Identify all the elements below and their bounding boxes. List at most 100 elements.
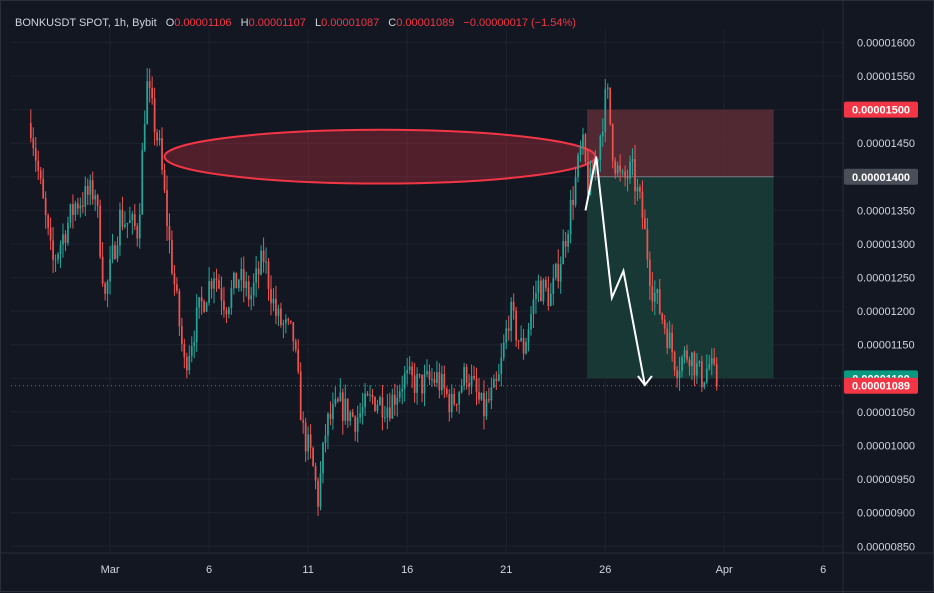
candle-body bbox=[557, 263, 560, 282]
stop-price-tag: 0.00001500 bbox=[852, 105, 910, 117]
candle-body bbox=[176, 284, 178, 291]
candle-body bbox=[245, 281, 248, 289]
candle-body bbox=[436, 372, 438, 383]
take-profit-zone bbox=[587, 176, 774, 379]
candle-body bbox=[465, 366, 468, 384]
candle-body bbox=[64, 234, 67, 243]
candle-body bbox=[52, 240, 54, 260]
candle-body bbox=[138, 214, 141, 239]
y-tick-label: 0.00001300 bbox=[857, 239, 915, 251]
candle-body bbox=[146, 81, 149, 125]
candle-body bbox=[567, 234, 570, 247]
candle-body bbox=[416, 374, 418, 393]
candle-body bbox=[366, 393, 369, 396]
candle-body bbox=[403, 373, 406, 389]
candle-body bbox=[260, 250, 262, 275]
candle-body bbox=[658, 289, 661, 314]
candle-body bbox=[668, 332, 671, 348]
candle-body bbox=[361, 407, 364, 414]
chart-container[interactable]: BONKUSDT SPOT, 1h, Bybit O0.00001106 H0.… bbox=[0, 0, 934, 593]
candle-body bbox=[307, 434, 310, 452]
candle-body bbox=[215, 278, 218, 281]
candle-body bbox=[423, 373, 426, 394]
candle-body bbox=[275, 298, 277, 316]
candle-body bbox=[626, 177, 629, 179]
candle-body bbox=[703, 381, 706, 388]
candle-body bbox=[505, 328, 508, 343]
candle-body bbox=[678, 371, 681, 378]
candle-body bbox=[525, 342, 527, 354]
candle-body bbox=[547, 287, 550, 307]
candle-body bbox=[653, 292, 656, 302]
y-tick-label: 0.00000850 bbox=[857, 541, 915, 553]
candle-body bbox=[346, 398, 349, 422]
candle-body bbox=[552, 277, 555, 294]
entry-price-tag: 0.00001400 bbox=[852, 172, 910, 184]
candle-body bbox=[554, 263, 557, 278]
candle-body bbox=[364, 393, 366, 408]
candle-body bbox=[708, 364, 711, 369]
candle-body bbox=[634, 159, 636, 192]
candle-body bbox=[495, 378, 498, 381]
candle-body bbox=[470, 376, 473, 387]
candle-body bbox=[72, 204, 74, 215]
candle-body bbox=[242, 269, 245, 289]
candle-body bbox=[128, 220, 131, 223]
y-tick-label: 0.00000950 bbox=[857, 474, 915, 486]
candle-body bbox=[445, 388, 448, 395]
candle-body bbox=[448, 394, 451, 413]
candle-body bbox=[297, 349, 300, 372]
y-tick-label: 0.00001450 bbox=[857, 138, 915, 150]
candle-body bbox=[67, 222, 69, 243]
highlight-ellipse bbox=[163, 128, 597, 185]
candle-body bbox=[116, 245, 119, 259]
candle-body bbox=[520, 337, 522, 341]
chart-plot[interactable]: 0.00001600 0.00001550 0.00001500 0.00001450… bbox=[1, 1, 934, 593]
candle-body bbox=[76, 203, 79, 209]
candle-body bbox=[255, 268, 258, 283]
candle-body bbox=[579, 146, 582, 155]
candle-body bbox=[611, 124, 614, 161]
candle-body bbox=[384, 417, 386, 419]
candle-body bbox=[44, 198, 47, 216]
candle-body bbox=[648, 259, 651, 287]
candle-body bbox=[601, 131, 604, 137]
candle-body bbox=[49, 227, 52, 241]
candle-body bbox=[522, 337, 525, 354]
candle-body bbox=[161, 138, 163, 170]
candle-body bbox=[317, 480, 319, 507]
candle-body bbox=[265, 261, 267, 263]
candle-body bbox=[309, 434, 312, 448]
candle-body bbox=[527, 329, 530, 343]
candle-body bbox=[673, 352, 676, 371]
candle-body bbox=[540, 280, 542, 302]
candle-body bbox=[349, 412, 352, 422]
candle-body bbox=[198, 297, 201, 308]
candle-body bbox=[114, 245, 116, 259]
candle-body bbox=[691, 352, 693, 367]
candle-body bbox=[408, 366, 411, 371]
candle-body bbox=[252, 282, 255, 296]
candle-body bbox=[686, 350, 688, 360]
x-tick-label: 11 bbox=[302, 564, 313, 576]
candle-body bbox=[304, 422, 307, 452]
candle-body bbox=[683, 350, 686, 358]
candle-body bbox=[54, 259, 57, 261]
candle-body bbox=[562, 241, 565, 265]
candle-body bbox=[614, 160, 617, 174]
candle-body bbox=[280, 308, 282, 325]
candle-body bbox=[282, 323, 285, 325]
candle-body bbox=[34, 148, 37, 161]
candle-body bbox=[715, 363, 718, 387]
candle-body bbox=[104, 283, 106, 294]
candle-body bbox=[59, 244, 62, 255]
candle-body bbox=[455, 404, 458, 406]
candle-body bbox=[535, 292, 537, 300]
candle-body bbox=[418, 374, 421, 376]
candle-body bbox=[428, 371, 431, 380]
candle-body bbox=[490, 387, 493, 401]
candle-body bbox=[492, 378, 495, 388]
candle-body bbox=[354, 416, 357, 432]
candle-body bbox=[237, 280, 240, 289]
candle-body bbox=[713, 358, 716, 364]
